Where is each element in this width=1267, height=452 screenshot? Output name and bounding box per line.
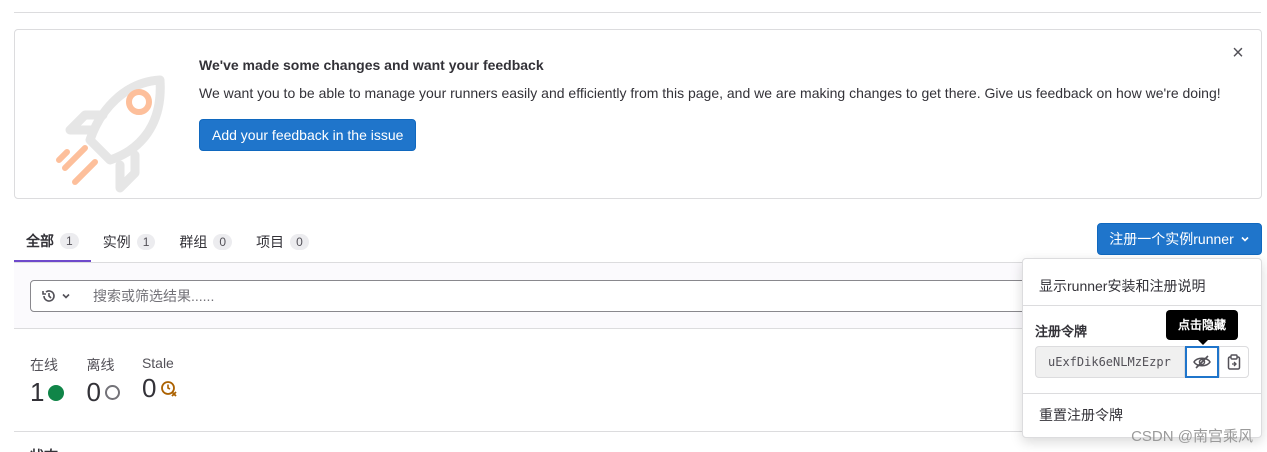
stat-online: 在线 1 xyxy=(30,355,65,408)
show-instructions-item[interactable]: 显示runner安装和注册说明 xyxy=(1039,276,1205,296)
rocket-illustration xyxy=(56,75,165,193)
stat-label: 离线 xyxy=(86,357,115,373)
tab-count-badge: 0 xyxy=(213,234,233,250)
register-runner-dropdown: 显示runner安装和注册说明 注册令牌 uExfDik6eNLMzEzpr 重… xyxy=(1022,258,1262,438)
reset-token-item[interactable]: 重置注册令牌 xyxy=(1039,405,1123,425)
banner-title: We've made some changes and want your fe… xyxy=(199,57,544,73)
stat-label: 在线 xyxy=(30,357,58,373)
tab-label: 项目 xyxy=(256,234,285,250)
add-feedback-button[interactable]: Add your feedback in the issue xyxy=(199,119,417,151)
dropdown-divider xyxy=(1023,393,1261,394)
stat-value-row: 0 xyxy=(142,373,178,404)
tab-count-badge: 0 xyxy=(290,234,309,250)
watermark: CSDN @南宫乘风 xyxy=(1131,428,1253,445)
tab-instance[interactable]: 实例 1 xyxy=(91,222,168,262)
stat-value: 0 xyxy=(86,377,101,407)
tab-project[interactable]: 项目 0 xyxy=(244,222,321,262)
status-column-header: 状态 xyxy=(30,446,58,452)
stat-value-row: 1 xyxy=(30,377,65,408)
close-icon[interactable]: × xyxy=(1229,43,1247,63)
tab-label: 全部 xyxy=(26,233,54,249)
register-button-label: 注册一个实例runner xyxy=(1109,231,1234,247)
tab-count-badge: 1 xyxy=(60,233,79,249)
clipboard-icon xyxy=(1227,354,1241,370)
chevron-down-icon xyxy=(1241,236,1249,242)
clock-x-icon xyxy=(161,380,178,397)
tab-label: 实例 xyxy=(102,234,131,250)
stat-offline: 离线 0 xyxy=(86,355,120,408)
copy-token-button[interactable] xyxy=(1219,346,1249,378)
dropdown-divider xyxy=(1023,305,1261,306)
registration-token-value: uExfDik6eNLMzEzpr xyxy=(1035,346,1185,378)
register-instance-runner-button[interactable]: 注册一个实例runner xyxy=(1097,223,1262,255)
eye-slash-icon xyxy=(1193,355,1211,369)
tab-all[interactable]: 全部 1 xyxy=(14,222,91,262)
stat-label: Stale xyxy=(141,355,174,371)
registration-token-label: 注册令牌 xyxy=(1035,324,1088,339)
stat-value: 1 xyxy=(30,377,45,407)
tab-group[interactable]: 群组 0 xyxy=(167,222,244,262)
runner-stats: 在线 1 离线 0 Stale 0 xyxy=(30,355,178,408)
offline-status-icon xyxy=(104,385,120,400)
tab-count-badge: 1 xyxy=(136,234,156,250)
search-input[interactable] xyxy=(81,280,1081,312)
chevron-down-icon xyxy=(62,293,70,299)
runner-tabs: 全部 1 实例 1 群组 0 项目 0 xyxy=(14,222,321,263)
hide-token-button[interactable] xyxy=(1185,346,1219,378)
top-divider xyxy=(14,12,1261,13)
hide-token-tooltip: 点击隐藏 xyxy=(1166,310,1238,345)
banner-body: We want you to be able to manage your ru… xyxy=(199,85,1221,101)
stat-value: 0 xyxy=(141,373,157,403)
search-history-button[interactable] xyxy=(30,280,82,312)
stat-value-row: 0 xyxy=(86,377,120,408)
online-status-icon xyxy=(48,384,65,401)
feedback-banner: We've made some changes and want your fe… xyxy=(14,29,1262,199)
tab-label: 群组 xyxy=(179,234,208,250)
stat-stale: Stale 0 xyxy=(142,355,178,408)
history-icon xyxy=(42,290,55,302)
